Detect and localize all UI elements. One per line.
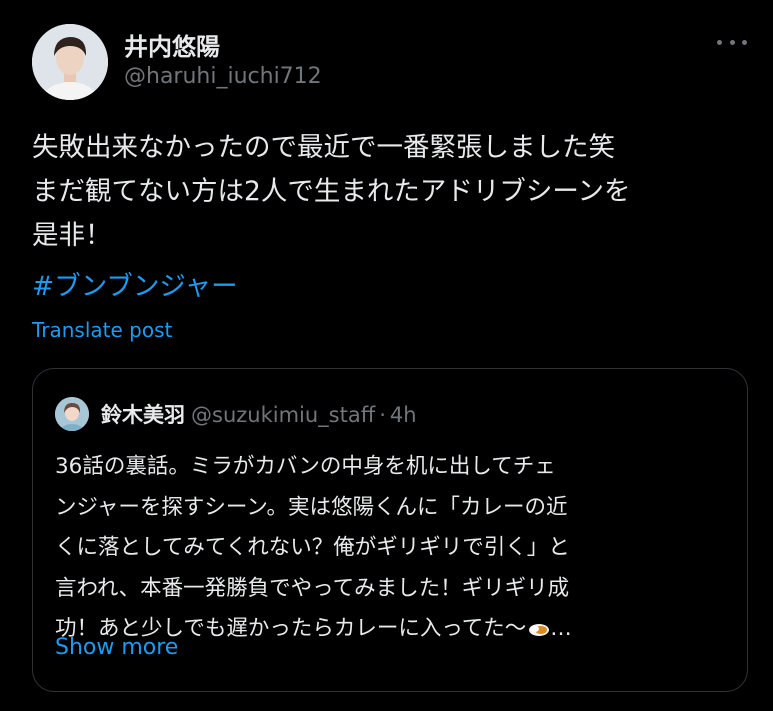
quoted-avatar-image (55, 397, 89, 431)
show-more-link[interactable]: Show more (55, 635, 178, 660)
more-options-button[interactable] (717, 30, 747, 54)
hashtag-link[interactable]: #ブンブンジャー (32, 264, 238, 303)
quoted-author-name[interactable]: 鈴木美羽 (101, 403, 185, 427)
quoted-post-card[interactable]: 鈴木美羽 @suzukimiu_staff · 4h 36話の裏話。ミラがカバンの中身… (32, 368, 748, 692)
separator-dot: · (379, 403, 386, 427)
post-text: 失敗出来なかったので最近で一番緊張しました笑 まだ観てない方は2人で生まれたアド… (32, 126, 752, 258)
translate-post-link[interactable]: Translate post (32, 318, 172, 342)
author-avatar[interactable] (32, 24, 108, 100)
post-text-line: 失敗出来なかったので最近で一番緊張しました笑 (32, 132, 615, 163)
more-horizontal-icon (729, 39, 735, 45)
quoted-text-line: くに落としてみてくれない？俺がギリギリで引く」と (55, 535, 570, 560)
author-handle[interactable]: @haruhi_iuchi712 (124, 64, 322, 89)
quoted-text-line: 言われ、本番一発勝負でやってみました！ギリギリ成 (55, 575, 570, 601)
curry-rice-icon (529, 624, 550, 636)
avatar-image (32, 24, 108, 100)
quoted-author-handle[interactable]: @suzukimiu_staff (191, 403, 375, 427)
quoted-post-time[interactable]: 4h (390, 403, 417, 427)
quoted-post-text: 36話の裏話。ミラがカバンの中身を机に出してチェ ンジャーを探すシーン。実は悠陽… (55, 447, 735, 650)
post-text-line: まだ観てない方は2人で生まれたアドリブシーンを (32, 176, 631, 207)
quoted-text-line: 36話の裏話。ミラがカバンの中身を机に出してチェ (55, 454, 556, 479)
more-horizontal-icon (717, 39, 722, 45)
post-text-line: 是非！ (32, 220, 112, 251)
quoted-author-avatar[interactable] (55, 397, 89, 431)
more-horizontal-icon (742, 39, 747, 45)
post: 井内悠陽 @haruhi_iuchi712 失敗出来なかったので最近で一番緊張し… (0, 0, 773, 711)
quoted-text-line: ンジャーを探すシーン。実は悠陽くんに「カレーの近 (55, 494, 568, 520)
quoted-post-header: 鈴木美羽 @suzukimiu_staff · 4h (101, 399, 417, 429)
author-name[interactable]: 井内悠陽 (124, 27, 220, 62)
ellipsis: … (550, 616, 572, 641)
